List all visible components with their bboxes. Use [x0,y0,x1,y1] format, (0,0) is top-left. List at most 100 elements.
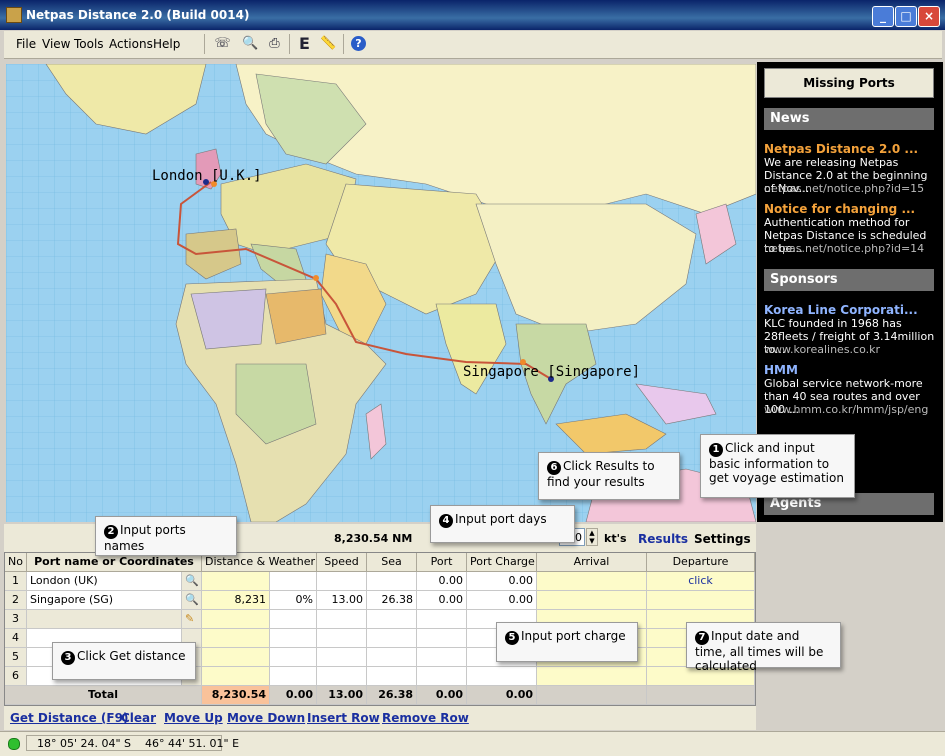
sponsor-title[interactable]: HMM [764,363,798,377]
speed-unit: kt's [604,532,627,545]
grid-cell-charge[interactable]: 0.00 [467,572,537,591]
grid-cell-distance[interactable] [202,648,270,667]
close-button[interactable]: × [918,6,940,27]
grid-cell-no: 1 [5,572,27,591]
action-links: Get Distance (F9) Clear Move Up Move Dow… [4,706,756,730]
sponsor-link[interactable]: www.hmm.co.kr/hmm/jsp/eng [764,403,928,416]
callout-1: 1 Click and input basic information to ge… [700,434,855,498]
grid-cell-departure[interactable]: click [647,572,755,591]
grid-cell-weather[interactable]: 0% [270,591,317,610]
menu-actions[interactable]: Actions [109,37,153,51]
search-doc-icon[interactable]: 🔍 [240,34,261,54]
grid-cell-departure[interactable] [647,591,755,610]
grid-cell-port_days[interactable]: 0.00 [417,572,467,591]
column-header: Arrival [537,553,647,572]
toolbar-separator [204,34,205,54]
grid-cell-weather[interactable] [270,648,317,667]
sponsor-title[interactable]: Korea Line Corporati... [764,303,918,317]
toolbar-separator [289,34,290,54]
help-icon[interactable]: ? [348,34,369,54]
grid-cell-speed[interactable] [317,572,367,591]
grid-cell-sea[interactable] [367,667,417,686]
grid-cell-sea[interactable] [367,648,417,667]
grid-cell-weather[interactable] [270,572,317,591]
waypoint-marker [313,275,319,281]
grid-cell-distance[interactable]: 8,231 [202,591,270,610]
print-icon[interactable]: ⎙ [264,34,285,54]
grid-cell-charge[interactable] [467,667,537,686]
map-label-london: London [U.K.] [152,168,262,184]
clear-link[interactable]: Clear [121,711,156,725]
move-down-link[interactable]: Move Down [227,711,305,725]
menu-help[interactable]: Help [153,37,180,51]
grid-cell-port_days[interactable] [417,629,467,648]
news-title[interactable]: Netpas Distance 2.0 ... [764,142,918,156]
grid-cell-arrival[interactable] [537,591,647,610]
grid-cell-speed[interactable] [317,667,367,686]
search-icon[interactable]: 🔍 [182,591,202,610]
menu-view[interactable]: View [42,37,70,51]
status-bar: 18° 05' 24. 04" S 46° 44' 51. 01" E [0,731,945,756]
results-link[interactable]: Results [638,532,688,546]
grid-cell-port_days[interactable]: 0.00 [417,591,467,610]
connection-status-icon [8,738,20,750]
column-header: Port Charge [467,553,537,572]
grid-cell-port_days[interactable] [417,667,467,686]
grid-cell-speed[interactable] [317,648,367,667]
e-icon[interactable]: E [294,34,315,54]
grid-cell-sea[interactable]: 26.38 [367,591,417,610]
grid-cell-sea[interactable] [367,610,417,629]
total-distance: 8,230.54 NM [334,532,413,545]
minimize-button[interactable]: _ [872,6,894,27]
grid-cell-weather[interactable] [270,629,317,648]
grid-cell-arrival[interactable] [537,572,647,591]
grid-cell-sea[interactable] [367,572,417,591]
grid-cell-weather[interactable] [270,610,317,629]
grid-cell-port_days[interactable] [417,610,467,629]
get-distance-link[interactable]: Get Distance (F9) [10,711,128,725]
column-header: Sea [367,553,417,572]
insert-row-link[interactable]: Insert Row [307,711,380,725]
grid-cell-distance[interactable] [202,629,270,648]
total-departure-cell [647,686,755,705]
ruler-icon[interactable]: 📏 [318,34,339,54]
search-icon[interactable]: 🔍 [182,572,202,591]
grid-cell-sea[interactable] [367,629,417,648]
callout-7: 7 Input date and time, all times will be … [686,622,841,673]
voyage-grid: No Port name or Coordinates Distance & W… [4,552,756,706]
grid-cell-weather[interactable] [270,667,317,686]
grid-cell-speed[interactable]: 13.00 [317,591,367,610]
grid-cell-distance[interactable] [202,610,270,629]
grid-cell-charge[interactable]: 0.00 [467,591,537,610]
speed-spinner[interactable]: ▲ ▼ [586,528,598,546]
grid-cell-no: 4 [5,629,27,648]
grid-cell-no: 3 [5,610,27,629]
grid-cell-port[interactable]: Singapore (SG) [27,591,182,610]
column-header: No [5,553,27,572]
grid-cell-port[interactable]: London (UK) [27,572,182,591]
remove-row-link[interactable]: Remove Row [382,711,469,725]
grid-cell-port_days[interactable] [417,648,467,667]
fax-icon[interactable]: ☏ [212,34,233,54]
menu-tools[interactable]: Tools [74,37,104,51]
news-title[interactable]: Notice for changing ... [764,202,915,216]
grid-cell-no: 5 [5,648,27,667]
news-link[interactable]: netpas.net/notice.php?id=15 [764,182,924,195]
missing-ports-button[interactable]: Missing Ports [764,68,934,98]
news-link[interactable]: netpas.net/notice.php?id=14 [764,242,924,255]
settings-link[interactable]: Settings [694,532,751,546]
callout-4: 4 Input port days [430,505,575,543]
move-up-link[interactable]: Move Up [164,711,223,725]
grid-cell-distance[interactable] [202,572,270,591]
sponsor-link[interactable]: www.korealines.co.kr [764,343,880,356]
maximize-button[interactable]: □ [895,6,917,27]
callout-2: 2 Input ports names [95,516,237,556]
grid-cell-speed[interactable] [317,629,367,648]
landmass [265,288,327,345]
grid-cell-speed[interactable] [317,610,367,629]
pencil-icon[interactable]: ✎ [182,610,202,629]
grid-cell-distance[interactable] [202,667,270,686]
grid-cell-port[interactable] [27,610,182,629]
menu-file[interactable]: File [16,37,36,51]
grid-cell-arrival[interactable] [537,667,647,686]
